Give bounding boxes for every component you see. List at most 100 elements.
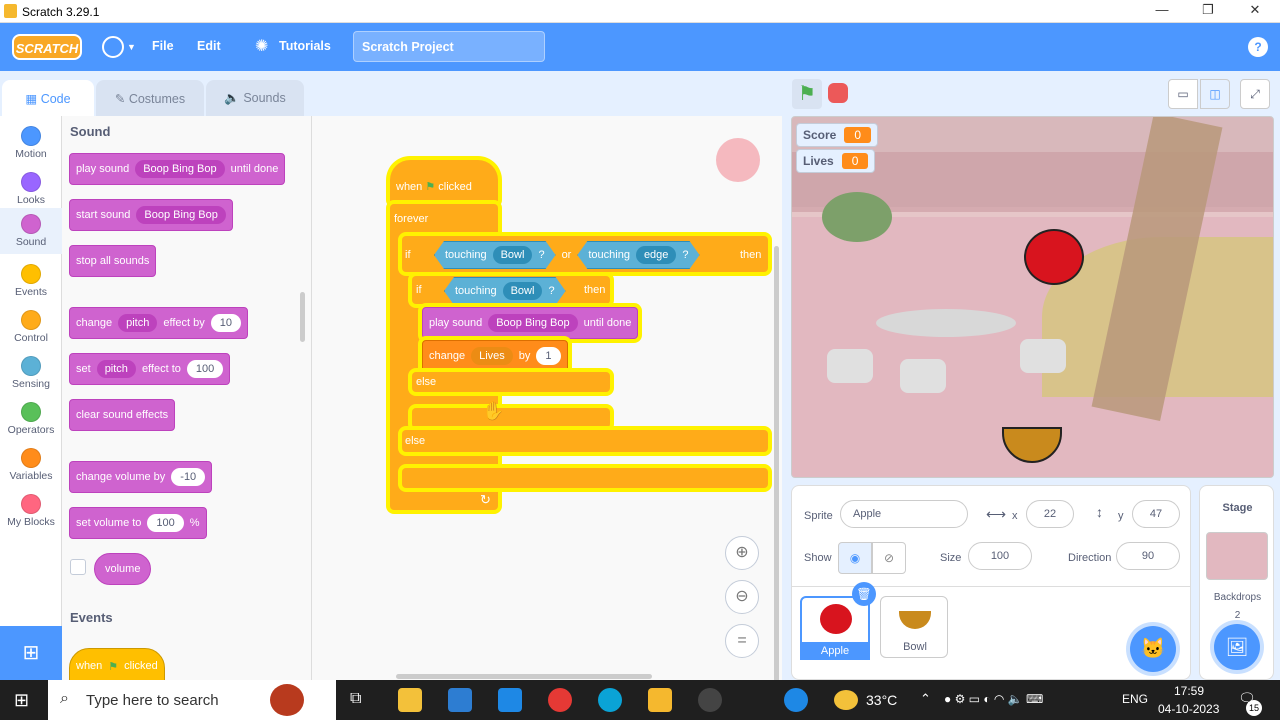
stage-canvas[interactable]: Score 0 Lives 0 (791, 116, 1274, 478)
number-input[interactable]: 100 (186, 360, 224, 378)
tab-sounds[interactable]: 🔈 Sounds (206, 80, 304, 116)
touch-dropdown[interactable]: Bowl (503, 282, 543, 300)
temperature[interactable]: 33°C (866, 692, 897, 708)
lives-monitor[interactable]: Lives 0 (796, 149, 876, 173)
edge-icon[interactable] (598, 688, 622, 712)
touching-bowl-condition[interactable]: touching Bowl? (444, 277, 566, 305)
add-extension-icon[interactable]: ⊞ (0, 626, 62, 680)
file-menu[interactable]: File (152, 39, 174, 53)
backdrop-thumbnail[interactable] (1206, 532, 1268, 580)
touching-bowl-condition[interactable]: touching Bowl? (434, 241, 556, 269)
effect-dropdown[interactable]: pitch (118, 314, 158, 332)
small-stage-button[interactable]: ▭ (1168, 79, 1198, 109)
close-button[interactable]: ✕ (1245, 2, 1265, 20)
file-explorer-icon[interactable] (398, 688, 422, 712)
number-input[interactable]: -10 (171, 468, 206, 486)
help-taskbar-icon[interactable] (784, 688, 808, 712)
tray-icons[interactable]: ● ⚙ ▭ ◐ ◠ 🔈 ⌨ (944, 692, 1043, 706)
touch-dropdown[interactable]: Bowl (493, 246, 533, 264)
script-vertical-scrollbar[interactable] (774, 246, 779, 680)
store-icon[interactable] (448, 688, 472, 712)
sprite-thumb-apple[interactable]: Apple 🗑 (800, 582, 876, 660)
block-set-volume[interactable]: set volume to 100% (69, 507, 207, 539)
block-play-sound-until-done[interactable]: play sound Boop Bing Bop until done (69, 153, 286, 185)
stage-selector-panel[interactable]: Stage Backdrops 2 🖼 (1199, 485, 1274, 680)
windows-start-icon[interactable]: ⊞ (14, 690, 29, 711)
show-visible-eye-icon[interactable]: ◉ (838, 542, 872, 574)
category-variables[interactable]: Variables (0, 442, 62, 488)
category-control[interactable]: Control (0, 304, 62, 350)
choose-backdrop-icon[interactable]: 🖼 (1214, 624, 1260, 670)
number-input[interactable]: 1 (536, 347, 561, 365)
block-set-effect[interactable]: set pitch effect to 100 (69, 353, 231, 385)
volume-monitor-checkbox[interactable] (70, 559, 86, 575)
number-input[interactable]: 10 (210, 314, 241, 332)
task-view-icon[interactable]: ⧉ (350, 690, 361, 708)
zoom-reset-icon[interactable]: = (725, 624, 759, 658)
globe-icon[interactable] (102, 36, 124, 58)
block-when-flag-clicked[interactable]: when ⚑ clicked (69, 648, 165, 680)
help-icon[interactable]: ? (1248, 37, 1268, 57)
variable-dropdown[interactable]: Lives (471, 347, 513, 365)
x-input[interactable]: 22 (1026, 500, 1074, 528)
outer-else-arm[interactable] (402, 430, 768, 452)
script-area[interactable]: when ⚑ clicked forever if touching Bowl? … (312, 116, 782, 680)
block-change-lives[interactable]: change Lives by 1 (422, 340, 568, 372)
clock-time[interactable]: 17:59 (1174, 684, 1204, 698)
category-myblocks[interactable]: My Blocks (0, 488, 62, 534)
choose-sprite-cat-icon[interactable]: 🐱 (1130, 626, 1176, 672)
block-change-volume[interactable]: change volume by -10 (69, 461, 213, 493)
edit-menu[interactable]: Edit (197, 39, 221, 53)
sprite-thumb-bowl[interactable]: Bowl (880, 596, 948, 658)
obs-icon[interactable] (698, 688, 722, 712)
block-clear-sound-effects[interactable]: clear sound effects (69, 399, 176, 431)
category-sound[interactable]: Sound (0, 208, 62, 254)
category-events[interactable]: Events (0, 258, 62, 304)
score-monitor[interactable]: Score 0 (796, 123, 879, 147)
language-indicator[interactable]: ENG (1122, 692, 1148, 706)
chrome-icon[interactable] (548, 688, 572, 712)
block-play-sound-until-done-script[interactable]: play sound Boop Bing Bop until done (422, 307, 639, 339)
project-title-input[interactable]: Scratch Project (353, 31, 545, 62)
stop-sign-icon[interactable] (828, 83, 848, 103)
script-horizontal-scrollbar[interactable] (396, 674, 652, 679)
delete-trash-icon[interactable]: 🗑 (852, 582, 876, 606)
inner-else-arm[interactable] (412, 372, 610, 392)
tutorials-menu[interactable]: Tutorials (279, 39, 331, 53)
block-volume-reporter[interactable]: volume (94, 553, 152, 585)
scratch-taskbar-icon[interactable] (648, 688, 672, 712)
category-looks[interactable]: Looks (0, 166, 62, 212)
touch-dropdown[interactable]: edge (636, 246, 676, 264)
touching-bowl-inner-condition[interactable]: touching Bowl? (444, 277, 566, 305)
size-input[interactable]: 100 (968, 542, 1032, 570)
zoom-out-icon[interactable]: ⊖ (725, 580, 759, 614)
maximize-button[interactable]: ❐ (1198, 2, 1218, 20)
large-stage-button[interactable]: ◫ (1200, 79, 1230, 109)
effect-dropdown[interactable]: pitch (96, 360, 136, 378)
clock-date[interactable]: 04-10-2023 (1158, 702, 1219, 716)
direction-input[interactable]: 90 (1116, 542, 1180, 570)
block-start-sound[interactable]: start sound Boop Bing Bop (69, 199, 233, 231)
category-motion[interactable]: Motion (0, 120, 62, 166)
mail-icon[interactable] (498, 688, 522, 712)
y-input[interactable]: 47 (1132, 500, 1180, 528)
tab-code[interactable]: ▦ Code (2, 80, 94, 116)
palette-scrollbar[interactable] (300, 292, 305, 342)
touching-edge-condition[interactable]: touching edge? (577, 241, 699, 269)
tray-chevron-icon[interactable]: ⌃ (920, 691, 931, 707)
zoom-in-icon[interactable]: ⊕ (725, 536, 759, 570)
sprite-name-input[interactable]: Apple (840, 500, 968, 528)
category-operators[interactable]: Operators (0, 396, 62, 442)
number-input[interactable]: 100 (147, 514, 184, 532)
sound-dropdown[interactable]: Boop Bing Bop (135, 160, 225, 178)
fullscreen-icon[interactable]: ⤢ (1240, 79, 1270, 109)
apple-sprite[interactable] (1024, 229, 1084, 285)
sound-dropdown[interactable]: Boop Bing Bop (136, 206, 226, 224)
minimize-button[interactable]: — (1152, 2, 1172, 20)
sound-dropdown[interactable]: Boop Bing Bop (488, 314, 578, 332)
block-stop-all-sounds[interactable]: stop all sounds (69, 245, 157, 277)
tab-costumes[interactable]: ✎ Costumes (96, 80, 204, 116)
hide-eye-slash-icon[interactable]: ⊘ (872, 542, 906, 574)
green-flag-button[interactable]: ⚑ (792, 79, 822, 109)
category-sensing[interactable]: Sensing (0, 350, 62, 396)
